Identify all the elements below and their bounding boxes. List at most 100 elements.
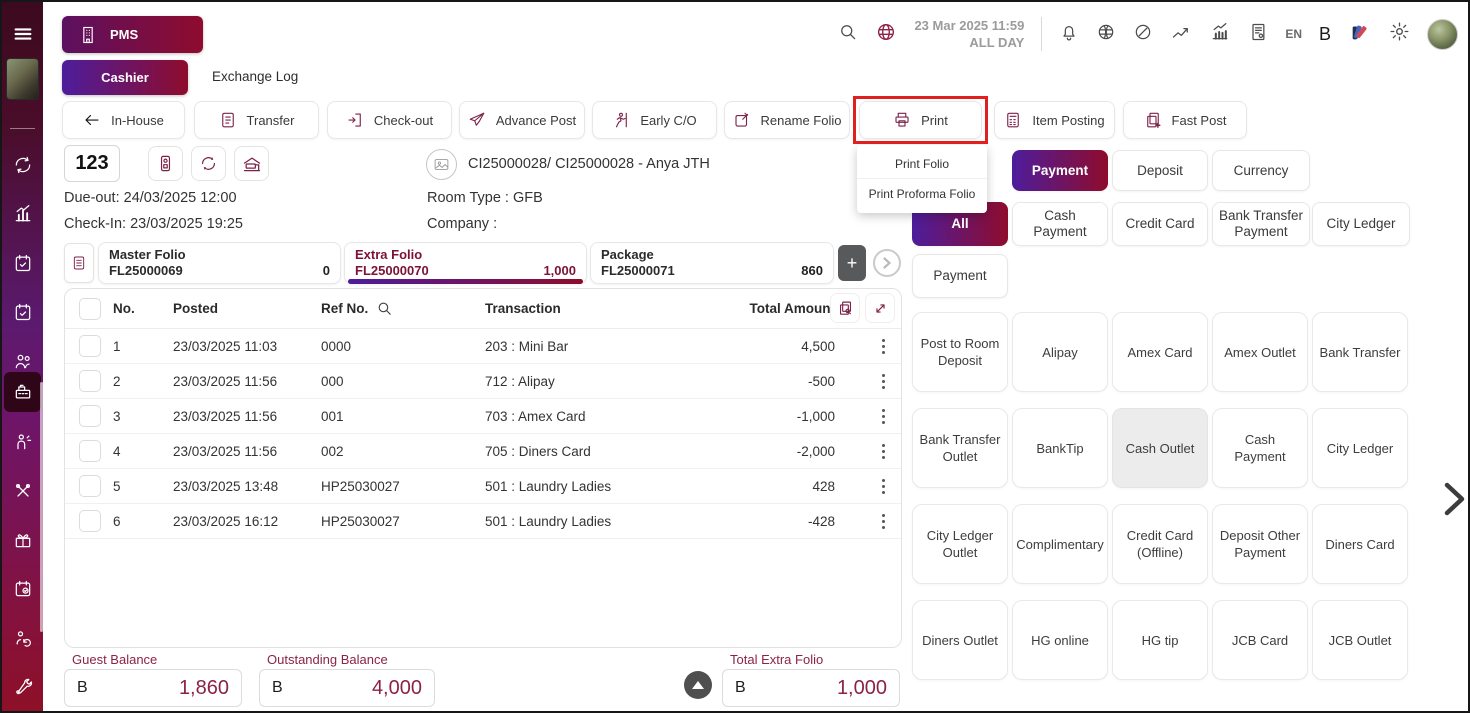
- table-row[interactable]: 6 23/03/2025 16:12 HP25030027 501 : Laun…: [65, 504, 901, 539]
- rename-folio-button[interactable]: Rename Folio: [724, 101, 850, 139]
- row-checkbox[interactable]: [79, 370, 101, 392]
- mode-tab-currency[interactable]: Currency: [1212, 150, 1310, 191]
- hotel-photo-thumbnail[interactable]: [6, 58, 39, 100]
- advance-post-button[interactable]: Advance Post: [459, 101, 585, 139]
- schedule-icon[interactable]: [2, 569, 43, 609]
- panel-next-chevron-icon[interactable]: [1442, 480, 1468, 523]
- filter-tab-bank-transfer-payment[interactable]: Bank Transfer Payment: [1212, 202, 1310, 246]
- cashier-register-icon[interactable]: [4, 372, 41, 412]
- globe-stats-icon[interactable]: [875, 21, 897, 48]
- gift-icon[interactable]: [2, 520, 43, 560]
- bar-chart-icon[interactable]: [1209, 22, 1231, 47]
- table-row[interactable]: 3 23/03/2025 11:56 001 703 : Amex Card -…: [65, 399, 901, 434]
- pms-home-button[interactable]: PMS: [62, 16, 203, 53]
- row-menu-kebab-icon[interactable]: [863, 444, 902, 459]
- sidebar-scrollbar[interactable]: [40, 382, 43, 632]
- datetime-display[interactable]: 23 Mar 2025 11:59 ALL DAY: [914, 17, 1024, 51]
- sync-icon[interactable]: [2, 145, 43, 185]
- payment-method[interactable]: Alipay: [1012, 312, 1108, 392]
- payment-method[interactable]: HG tip: [1112, 600, 1208, 680]
- calendar-check-alt-icon[interactable]: [2, 292, 43, 332]
- room-number-box[interactable]: 123: [64, 145, 120, 182]
- speedometer-icon[interactable]: [1133, 22, 1153, 47]
- check-out-button[interactable]: Check-out: [327, 101, 452, 139]
- payment-method[interactable]: Bank Transfer Outlet: [912, 408, 1008, 488]
- payment-method[interactable]: Post to Room Deposit: [912, 312, 1008, 392]
- ref-search-icon[interactable]: [376, 300, 393, 317]
- folio-tab-master[interactable]: Master Folio FL25000069 0: [98, 242, 341, 284]
- theme-palette-icon[interactable]: [1348, 21, 1372, 48]
- payment-method[interactable]: Amex Outlet: [1212, 312, 1308, 392]
- in-house-button[interactable]: In-House: [62, 101, 185, 139]
- currency-network-icon[interactable]: [1096, 22, 1116, 47]
- row-menu-kebab-icon[interactable]: [863, 479, 902, 494]
- sub-tab-payment[interactable]: Payment: [912, 254, 1008, 298]
- search-icon[interactable]: [838, 22, 858, 47]
- item-posting-button[interactable]: Item Posting: [994, 101, 1115, 139]
- payment-method-selected[interactable]: Cash Outlet: [1112, 408, 1208, 488]
- filter-tab-credit-card[interactable]: Credit Card: [1112, 202, 1208, 246]
- payment-method[interactable]: Diners Outlet: [912, 600, 1008, 680]
- select-all-checkbox[interactable]: [79, 298, 101, 320]
- tab-cashier[interactable]: Cashier: [62, 60, 188, 95]
- report-document-icon[interactable]: [1248, 22, 1268, 47]
- filter-tab-cash-payment[interactable]: Cash Payment: [1012, 202, 1108, 246]
- payment-method[interactable]: Deposit Other Payment: [1212, 504, 1308, 584]
- payment-method[interactable]: JCB Card: [1212, 600, 1308, 680]
- notifications-bell-icon[interactable]: [1059, 22, 1079, 47]
- copy-documents-button[interactable]: [830, 293, 860, 323]
- row-menu-kebab-icon[interactable]: [863, 514, 902, 529]
- row-menu-kebab-icon[interactable]: [863, 339, 902, 354]
- payment-method[interactable]: City Ledger: [1312, 408, 1408, 488]
- calendar-check-icon[interactable]: [2, 243, 43, 283]
- folio-tab-extra[interactable]: Extra Folio FL25000070 1,000: [344, 242, 587, 284]
- payment-method[interactable]: Diners Card: [1312, 504, 1408, 584]
- language-selector[interactable]: EN: [1285, 27, 1302, 41]
- row-checkbox[interactable]: [79, 405, 101, 427]
- print-button[interactable]: Print: [859, 101, 982, 139]
- row-menu-kebab-icon[interactable]: [863, 374, 902, 389]
- transfer-button[interactable]: Transfer: [194, 101, 319, 139]
- housekeeping-icon[interactable]: [2, 422, 43, 462]
- add-folio-button[interactable]: +: [838, 245, 866, 281]
- payment-method[interactable]: BankTip: [1012, 408, 1108, 488]
- payment-method[interactable]: Credit Card (Offline): [1112, 504, 1208, 584]
- wrench-gear-icon[interactable]: [2, 667, 43, 707]
- user-avatar[interactable]: [1427, 19, 1458, 50]
- row-checkbox[interactable]: [79, 475, 101, 497]
- payment-method[interactable]: City Ledger Outlet: [912, 504, 1008, 584]
- table-row[interactable]: 4 23/03/2025 11:56 002 705 : Diners Card…: [65, 434, 901, 469]
- payment-method[interactable]: JCB Outlet: [1312, 600, 1408, 680]
- menu-item-print-proforma-folio[interactable]: Print Proforma Folio: [857, 179, 987, 209]
- filter-tab-city-ledger[interactable]: City Ledger: [1312, 202, 1410, 246]
- folio-doc-button[interactable]: [64, 243, 94, 283]
- row-menu-kebab-icon[interactable]: [863, 409, 902, 424]
- folio-next-button[interactable]: [873, 249, 901, 277]
- sync-room-button[interactable]: [191, 146, 226, 181]
- collapse-up-button[interactable]: [684, 671, 712, 699]
- row-checkbox[interactable]: [79, 510, 101, 532]
- table-row[interactable]: 2 23/03/2025 11:56 000 712 : Alipay -500: [65, 364, 901, 399]
- settings-gear-icon[interactable]: [1389, 21, 1410, 47]
- payment-method[interactable]: Complimentary: [1012, 504, 1108, 584]
- table-row[interactable]: 5 23/03/2025 13:48 HP25030027 501 : Laun…: [65, 469, 901, 504]
- table-row[interactable]: 1 23/03/2025 11:03 0000 203 : Mini Bar 4…: [65, 329, 901, 364]
- statistics-icon[interactable]: [2, 194, 43, 234]
- expand-button[interactable]: [865, 293, 895, 323]
- maintenance-tools-icon[interactable]: [2, 471, 43, 511]
- mode-tab-payment[interactable]: Payment: [1012, 150, 1108, 191]
- currency-selector[interactable]: B: [1319, 24, 1331, 45]
- profile-sync-icon[interactable]: [2, 618, 43, 658]
- line-chart-icon[interactable]: [1170, 22, 1192, 47]
- payment-method[interactable]: HG online: [1012, 600, 1108, 680]
- hamburger-menu-icon[interactable]: [2, 14, 43, 54]
- payment-method[interactable]: Bank Transfer: [1312, 312, 1408, 392]
- tab-exchange-log[interactable]: Exchange Log: [212, 69, 298, 84]
- folio-tab-package[interactable]: Package FL25000071 860: [590, 242, 834, 284]
- early-co-button[interactable]: Early C/O: [592, 101, 717, 139]
- mode-tab-deposit[interactable]: Deposit: [1112, 150, 1208, 191]
- menu-item-print-folio[interactable]: Print Folio: [857, 149, 987, 179]
- row-checkbox[interactable]: [79, 335, 101, 357]
- guest-photo-placeholder[interactable]: [426, 149, 457, 180]
- room-status-button[interactable]: [234, 146, 269, 181]
